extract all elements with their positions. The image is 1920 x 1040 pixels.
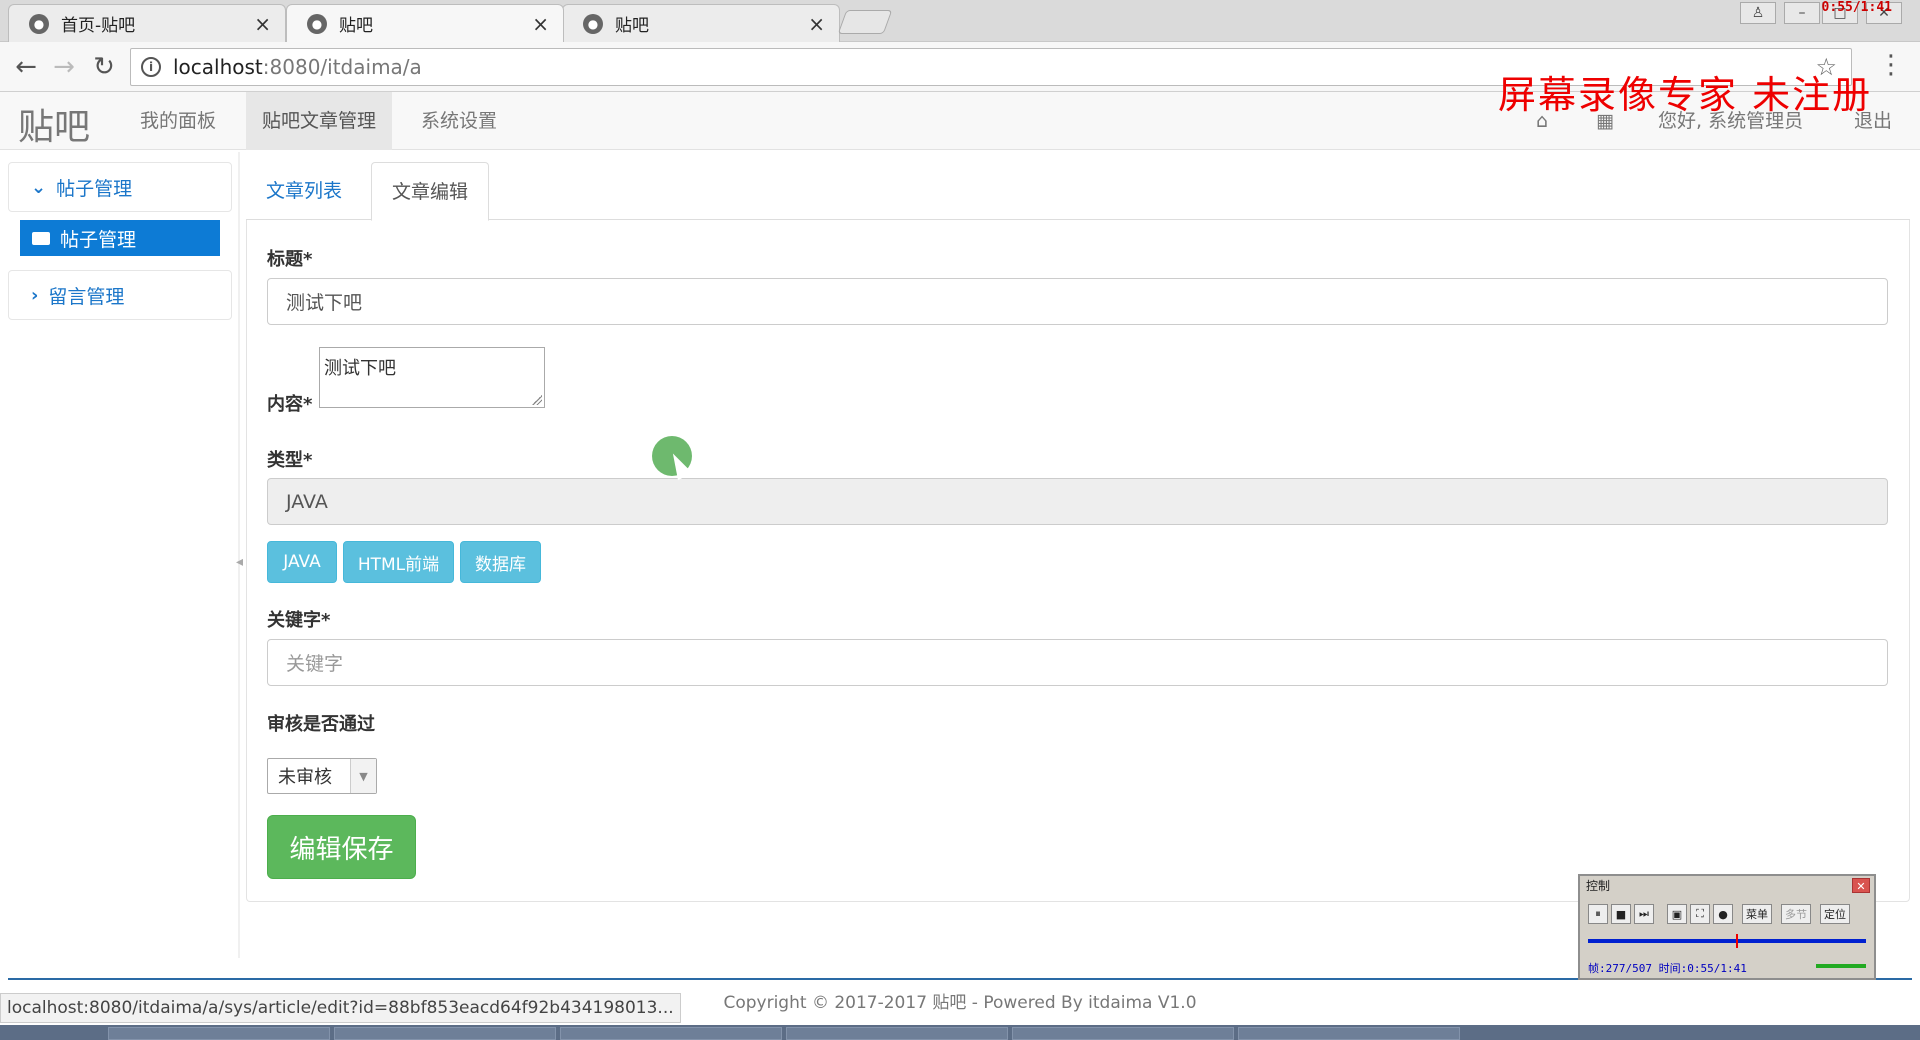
recorder-control-window[interactable]: 控制 ✕ ⏸ ■ ⏭ ▣ ⛶ ● 菜单 多节 定位 帧:277/507 时间:0…	[1578, 874, 1876, 980]
sidebar-group-label: 帖子管理	[56, 177, 133, 200]
minimize-icon[interactable]: –	[1784, 2, 1820, 24]
recorder-menu-button[interactable]: 菜单	[1742, 904, 1772, 924]
dropdown-arrow-icon: ▼	[350, 759, 376, 793]
recorder-multi-button[interactable]: 多节	[1781, 904, 1811, 924]
new-tab-button[interactable]	[837, 10, 893, 34]
recorder-locate-button[interactable]: 定位	[1820, 904, 1850, 924]
step-icon[interactable]: ⏭	[1634, 904, 1654, 924]
site-info-icon[interactable]: i	[141, 57, 161, 77]
record-icon[interactable]: ●	[1713, 904, 1733, 924]
capture-region-icon[interactable]: ▣	[1667, 904, 1687, 924]
stop-icon[interactable]: ■	[1611, 904, 1631, 924]
save-button[interactable]: 编辑保存	[267, 815, 416, 879]
fullscreen-icon[interactable]: ⛶	[1690, 904, 1710, 924]
folder-open-icon	[32, 231, 50, 245]
recorder-title: 控制 ✕	[1580, 876, 1874, 896]
taskbar-item[interactable]	[560, 1027, 782, 1040]
recorder-title-text: 控制	[1586, 879, 1611, 893]
back-arrow-icon[interactable]: ←	[10, 52, 42, 82]
sidebar-item-posts[interactable]: 帖子管理	[20, 220, 220, 256]
volume-slider[interactable]	[1816, 964, 1866, 968]
resize-grip-icon[interactable]	[532, 395, 542, 405]
taskbar-item[interactable]	[1012, 1027, 1234, 1040]
close-icon[interactable]: ×	[808, 12, 825, 36]
type-button-html[interactable]: HTML前端	[343, 541, 454, 583]
type-button-database[interactable]: 数据库	[460, 541, 541, 583]
reddit-favicon-icon: ●	[583, 13, 603, 34]
type-button-java[interactable]: JAVA	[267, 541, 337, 583]
taskbar-item[interactable]	[1238, 1027, 1460, 1040]
taskbar-item[interactable]	[786, 1027, 1008, 1040]
pause-icon[interactable]: ⏸	[1588, 904, 1608, 924]
content-textarea[interactable]: 测试下吧	[319, 347, 545, 408]
sidebar-group-label: 留言管理	[48, 285, 125, 308]
reddit-favicon-icon: ●	[29, 13, 49, 34]
browser-tab-active[interactable]: ● 贴吧 ×	[286, 4, 564, 42]
close-icon[interactable]: ×	[532, 12, 549, 36]
browser-tab-strip: ● 首页-贴吧 × ● 贴吧 × ● 贴吧 × ♙ – □ ✕ 0:55/1:4…	[0, 0, 1920, 42]
title-input[interactable]: 测试下吧	[267, 278, 1888, 325]
sidebar-item-label: 帖子管理	[60, 228, 137, 251]
brand-logo[interactable]: 贴吧	[18, 98, 90, 150]
type-label: 类型*	[267, 450, 313, 471]
browser-menu-icon[interactable]: ⋮	[1878, 50, 1904, 80]
browser-tab-title: 贴吧	[339, 16, 373, 36]
taskbar-item[interactable]	[334, 1027, 556, 1040]
sidebar-group-messages[interactable]: › 留言管理	[8, 270, 232, 320]
content-value: 测试下吧	[324, 358, 396, 379]
keyword-input[interactable]: 关键字	[267, 639, 1888, 686]
reload-icon[interactable]: ↻	[88, 52, 120, 82]
nav-item-article-management[interactable]: 贴吧文章管理	[246, 92, 393, 150]
forward-arrow-icon[interactable]: →	[48, 52, 80, 82]
review-select[interactable]: 未审核 ▼	[267, 758, 377, 794]
sidebar-group-posts[interactable]: ⌄ 帖子管理	[8, 162, 232, 212]
recording-time: 0:55/1:41	[1821, 0, 1892, 15]
taskbar-item[interactable]	[108, 1027, 330, 1040]
title-label: 标题*	[267, 249, 313, 270]
recorder-frame-info: 帧:277/507 时间:0:55/1:41	[1588, 962, 1747, 975]
browser-tab-third[interactable]: ● 贴吧 ×	[562, 4, 840, 42]
tab-article-edit[interactable]: 文章编辑	[371, 162, 490, 221]
recorder-watermark: 屏幕录像专家 未注册	[1498, 73, 1873, 117]
address-url: localhost:8080/itdaima/a	[173, 55, 422, 79]
collapse-arrow-icon[interactable]: ◂	[236, 554, 243, 570]
type-input: JAVA	[267, 478, 1888, 525]
chevron-right-icon: ›	[31, 284, 39, 306]
url-host: localhost	[173, 55, 263, 79]
keyword-label: 关键字*	[267, 610, 331, 631]
recorder-button-row: ⏸ ■ ⏭ ▣ ⛶ ● 菜单 多节 定位	[1588, 904, 1850, 924]
review-label: 审核是否通过	[267, 714, 375, 735]
chevron-down-icon: ⌄	[31, 176, 47, 198]
reddit-favicon-icon: ●	[307, 13, 327, 34]
profile-icon[interactable]: ♙	[1740, 2, 1776, 24]
browser-tab-title: 贴吧	[615, 16, 649, 36]
content-label: 内容*	[267, 394, 313, 415]
recorder-close-icon[interactable]: ✕	[1852, 878, 1870, 893]
recorder-timeline[interactable]	[1588, 939, 1866, 943]
recorder-playhead[interactable]	[1736, 934, 1738, 948]
tab-article-list[interactable]: 文章列表	[246, 162, 362, 220]
sidebar: ⌄ 帖子管理 帖子管理 › 留言管理	[8, 162, 232, 328]
url-path: :8080/itdaima/a	[262, 55, 422, 79]
nav-item-dashboard[interactable]: 我的面板	[124, 92, 232, 150]
content-tabs: 文章列表 文章编辑	[246, 162, 1910, 221]
close-icon[interactable]: ×	[254, 12, 271, 36]
browser-tab-home[interactable]: ● 首页-贴吧 ×	[8, 4, 286, 42]
browser-tab-title: 首页-贴吧	[61, 16, 136, 36]
review-selected-value: 未审核	[278, 767, 332, 788]
browser-status-url: localhost:8080/itdaima/a/sys/article/edi…	[0, 993, 681, 1023]
nav-item-system-settings[interactable]: 系统设置	[405, 92, 513, 150]
